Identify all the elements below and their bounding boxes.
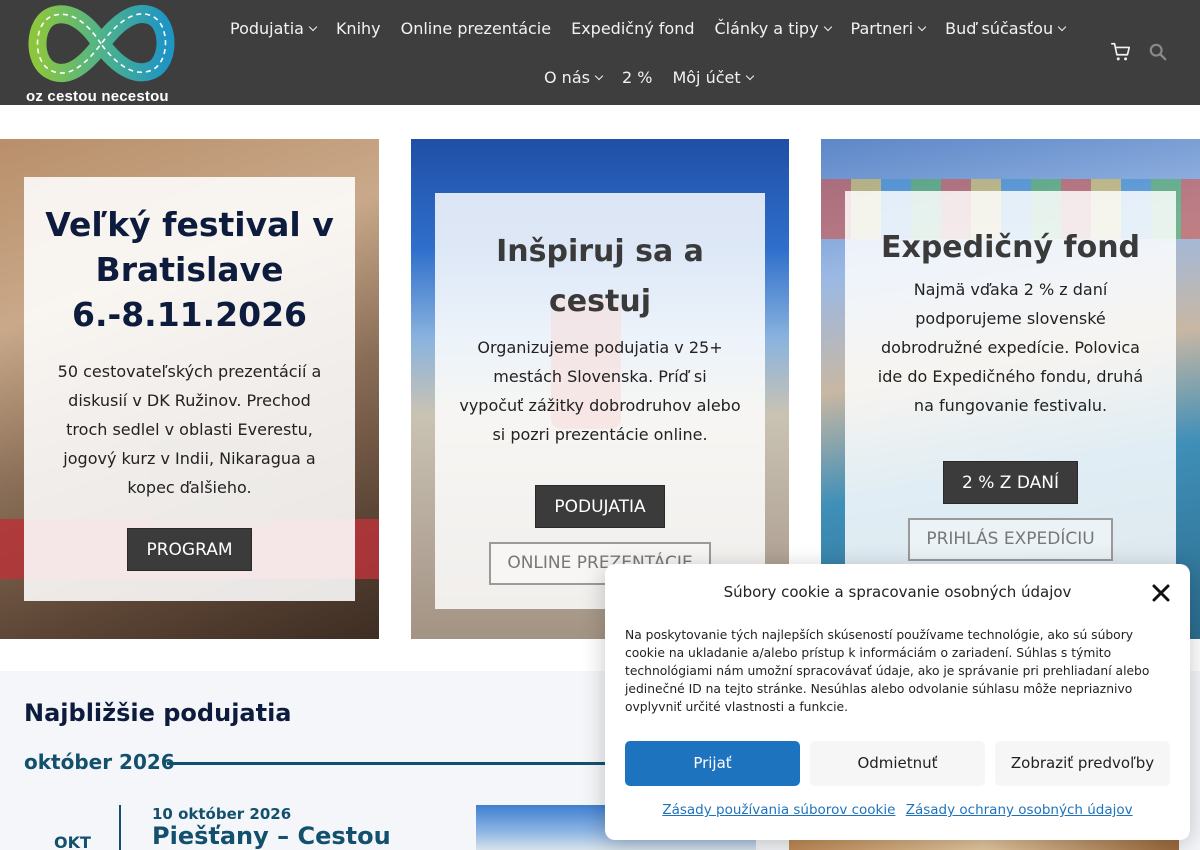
event-month-abbr: OKT xyxy=(54,833,91,850)
nav-item-label: Podujatia xyxy=(230,18,304,38)
chevron-down-icon xyxy=(594,71,604,80)
tax-2-percent-button[interactable]: 2 % Z DANÍ xyxy=(943,461,1078,504)
nav-item-r1-0[interactable]: Podujatia xyxy=(230,17,318,39)
close-icon[interactable] xyxy=(1150,582,1172,604)
month-label: október 2026 xyxy=(24,750,175,774)
nav-item-label: 2 % xyxy=(621,67,653,87)
nav-item-label: Expedičný fond xyxy=(571,18,695,38)
nav-item-r2-1[interactable]: 2 % xyxy=(622,66,652,88)
festival-title: Veľký festival v Bratislave 6.-8.11.2026 xyxy=(45,205,334,334)
event-divider xyxy=(119,805,121,850)
nav-item-r1-6[interactable]: Buď súčasťou xyxy=(945,17,1067,39)
logo-text: oz cestou necestou xyxy=(26,88,169,105)
chevron-down-icon xyxy=(1057,22,1067,31)
nav-item-r1-5[interactable]: Partneri xyxy=(850,17,927,39)
privacy-policy-link[interactable]: Zásady ochrany osobných údajov xyxy=(906,802,1133,818)
cookie-text: Na poskytovanie tých najlepších skúsenos… xyxy=(625,628,1150,714)
cart-icon[interactable] xyxy=(1110,41,1132,63)
program-button[interactable]: PROGRAM xyxy=(127,528,252,571)
cookie-links: Zásady používania súborov cookie Zásady … xyxy=(605,802,1190,818)
main-nav-row1: Podujatia Knihy Online prezentácie Expedičn… xyxy=(230,17,1085,39)
nav-item-label: Články a tipy xyxy=(714,18,819,38)
expedition-fund-panel: Expedičný fond Najmä vďaka 2 % z daní po… xyxy=(845,191,1176,611)
register-expedition-button[interactable]: PRIHLÁS EXPEDÍCIU xyxy=(908,518,1113,561)
site-logo[interactable]: oz cestou necestou xyxy=(24,2,176,105)
cookie-consent-dialog: Súbory cookie a spracovanie osobných úda… xyxy=(605,564,1190,840)
expedition-fund-title: Expedičný fond xyxy=(880,230,1141,265)
nav-item-r1-4[interactable]: Články a tipy xyxy=(714,17,832,39)
nav-item-label: Partneri xyxy=(850,18,914,38)
main-nav-row2: O nás 2 % Môj účet xyxy=(544,66,773,88)
nav-item-label: Knihy xyxy=(335,18,381,38)
cookie-preferences-button[interactable]: Zobraziť predvoľby xyxy=(995,741,1170,786)
cookie-policy-link[interactable]: Zásady používania súborov cookie xyxy=(662,802,895,818)
nav-item-label: Online prezentácie xyxy=(400,18,552,38)
nav-item-label: Buď súčasťou xyxy=(945,18,1054,38)
events-heading: Najbližšie podujatia xyxy=(24,699,292,727)
chevron-down-icon xyxy=(823,22,832,31)
cookie-title: Súbory cookie a spracovanie osobných úda… xyxy=(723,583,1072,601)
month-divider xyxy=(167,762,607,765)
inspiration-panel: Inšpiruj sa a cestuj Organizujeme poduja… xyxy=(435,193,765,609)
nav-item-label: O nás xyxy=(544,67,590,87)
nav-item-r2-0[interactable]: O nás xyxy=(544,66,604,88)
expedition-fund-text: Najmä vďaka 2 % z daní podporujeme slove… xyxy=(877,280,1144,415)
event-date: 10 október 2026 xyxy=(152,805,292,823)
search-icon[interactable] xyxy=(1149,43,1167,61)
site-header: oz cestou necestou Podujatia Knihy Online … xyxy=(0,0,1200,105)
deny-cookies-button[interactable]: Odmietnuť xyxy=(810,741,985,786)
infinity-logo-icon xyxy=(28,5,175,83)
festival-panel: Veľký festival v Bratislave 6.-8.11.2026… xyxy=(24,177,355,601)
chevron-down-icon xyxy=(917,22,927,31)
event-title[interactable]: Piešťany – Cestou xyxy=(152,822,391,850)
inspiration-text: Organizujeme podujatia v 25+ mestách Slo… xyxy=(459,338,741,444)
accept-cookies-button[interactable]: Prijať xyxy=(625,741,800,786)
nav-item-r1-3[interactable]: Expedičný fond xyxy=(571,17,694,39)
nav-item-label: Môj účet xyxy=(672,67,741,87)
nav-item-r1-1[interactable]: Knihy xyxy=(336,17,381,39)
chevron-down-icon xyxy=(745,71,754,80)
events-button[interactable]: PODUJATIA xyxy=(535,485,665,528)
festival-text: 50 cestovateľských prezentácií a diskusi… xyxy=(57,362,322,497)
inspiration-title: Inšpiruj sa a cestuj xyxy=(496,234,704,319)
festival-card: Veľký festival v Bratislave 6.-8.11.2026… xyxy=(0,139,379,639)
nav-item-r2-2[interactable]: Môj účet xyxy=(672,66,754,88)
chevron-down-icon xyxy=(308,22,318,31)
nav-item-r1-2[interactable]: Online prezentácie xyxy=(401,17,551,39)
